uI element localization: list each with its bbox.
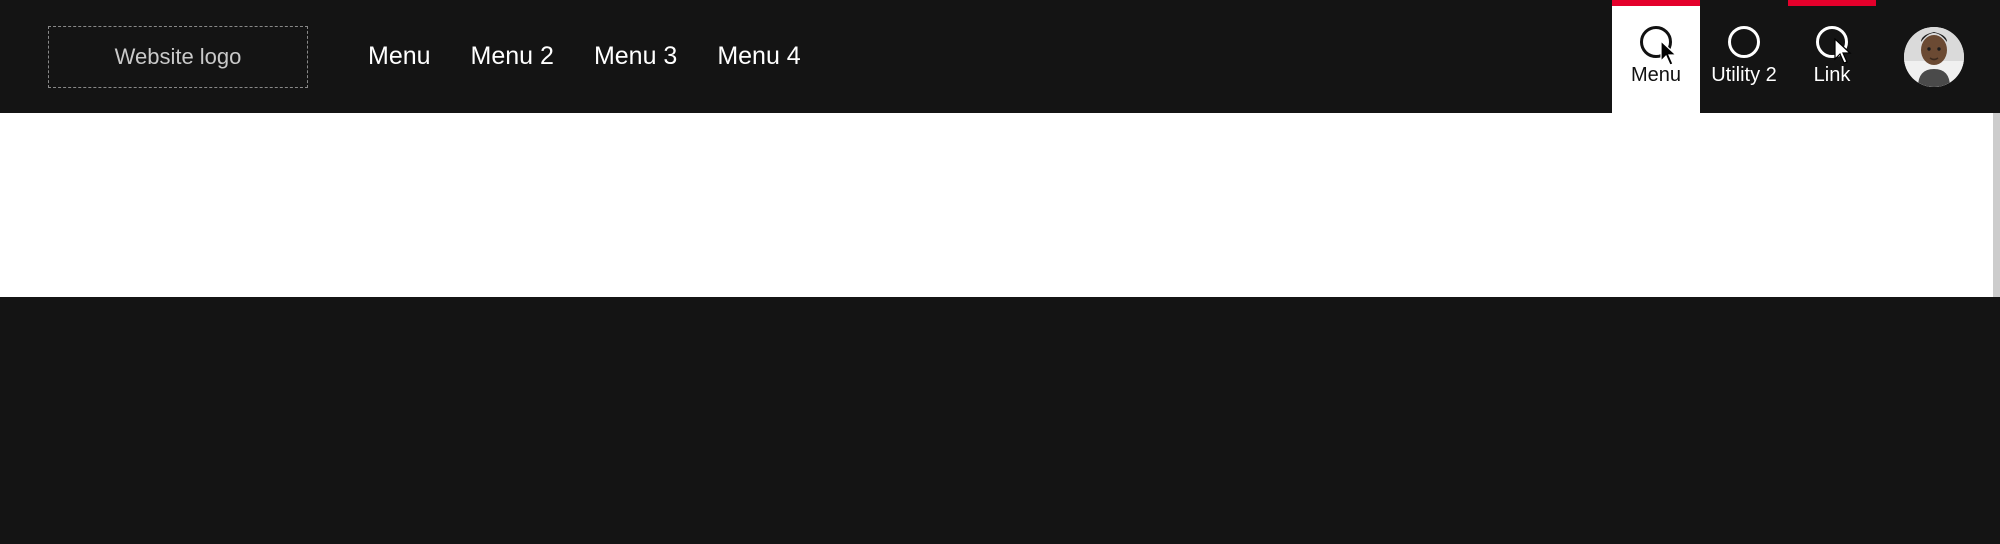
utility-item-utility2[interactable]: Utility 2 (1700, 0, 1788, 113)
user-avatar (1904, 27, 1964, 87)
nav-item-3[interactable]: Menu 3 (594, 42, 677, 71)
website-logo-placeholder: Website logo (48, 26, 308, 88)
scrollbar-thumb[interactable] (1993, 113, 2000, 297)
utility-label: Utility 2 (1711, 64, 1777, 87)
utility-label: Link (1814, 64, 1851, 87)
content-area (0, 113, 2000, 297)
utility-label: Menu (1631, 64, 1681, 87)
footer-area (0, 297, 2000, 544)
site-header: Website logo Menu Menu 2 Menu 3 Menu 4 M… (0, 0, 2000, 113)
cursor-icon (1834, 38, 1854, 64)
logo-label: Website logo (115, 44, 242, 70)
primary-nav: Menu Menu 2 Menu 3 Menu 4 (368, 0, 801, 113)
logo-slot[interactable]: Website logo (48, 0, 308, 113)
nav-item-1[interactable]: Menu (368, 42, 431, 71)
avatar-slot[interactable] (1876, 0, 2000, 113)
cursor-icon (1660, 40, 1680, 66)
utility-item-link[interactable]: Link (1788, 0, 1876, 113)
nav-item-2[interactable]: Menu 2 (471, 42, 554, 71)
circle-icon (1728, 26, 1760, 58)
page-root: Website logo Menu Menu 2 Menu 3 Menu 4 M… (0, 0, 2000, 544)
utility-item-menu[interactable]: Menu (1612, 0, 1700, 113)
utility-nav: Menu Utility 2 Link (1612, 0, 1876, 113)
nav-item-4[interactable]: Menu 4 (717, 42, 800, 71)
header-spacer (801, 0, 1612, 113)
